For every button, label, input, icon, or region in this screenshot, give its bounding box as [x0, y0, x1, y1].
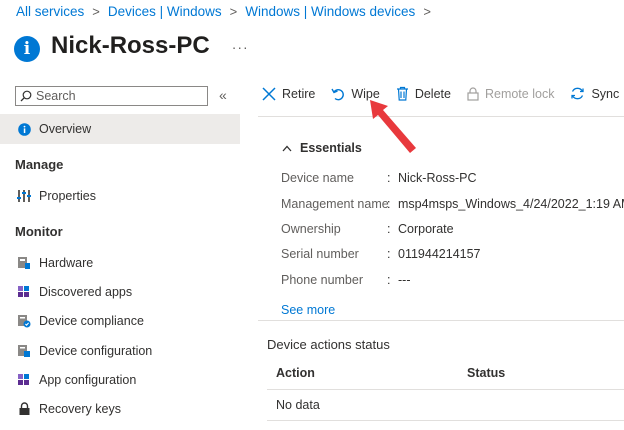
sync-icon — [571, 87, 585, 100]
sidebar-item-recovery-keys[interactable]: Recovery keys — [0, 394, 240, 424]
remote-lock-label: Remote lock — [484, 86, 555, 101]
section-heading-monitor: Monitor — [15, 224, 63, 239]
annotation-arrow-icon — [370, 100, 416, 153]
chevron-right-icon: > — [92, 4, 100, 19]
chevron-right-icon: > — [229, 4, 238, 19]
property-value: 011944214157 — [398, 247, 481, 261]
section-heading-manage: Manage — [15, 157, 64, 172]
sidebar-item-discovered-apps[interactable]: Discovered apps — [0, 277, 240, 307]
close-icon — [262, 86, 276, 101]
breadcrumb: All services > Devices | Windows > Windo… — [16, 4, 439, 19]
command-bar: Retire Wipe Delete Remote lock Sync — [262, 86, 624, 101]
table-row-divider — [267, 420, 624, 421]
see-more-link[interactable]: See more — [281, 303, 335, 317]
sidebar-item-overview[interactable]: Overview — [0, 114, 240, 144]
properties-icon — [16, 188, 32, 204]
collapse-sidebar-button[interactable]: « — [219, 87, 227, 103]
lock-icon — [467, 86, 479, 101]
search-icon — [20, 90, 32, 102]
property-label: Phone number — [281, 273, 364, 287]
essentials-row-device-name: Device name : Nick-Ross-PC — [281, 171, 476, 185]
sync-label: Sync — [591, 86, 620, 101]
device-actions-title: Device actions status — [267, 337, 390, 352]
breadcrumb-all-services[interactable]: All services — [16, 4, 84, 19]
property-value: Corporate — [398, 222, 454, 236]
sidebar-item-app-configuration[interactable]: App configuration — [0, 365, 240, 395]
property-separator: : — [387, 197, 391, 211]
toolbar-divider — [258, 116, 624, 117]
property-separator: : — [387, 247, 391, 261]
more-options-icon[interactable]: ··· — [232, 39, 249, 55]
property-value: Nick-Ross-PC — [398, 171, 477, 185]
essentials-row-ownership: Ownership : Corporate — [281, 222, 454, 236]
property-separator: : — [387, 273, 391, 287]
empty-table-message: No data — [276, 398, 320, 412]
property-label: Management name — [281, 197, 389, 211]
property-label: Device name — [281, 171, 354, 185]
sidebar-item-label: Recovery keys — [39, 402, 121, 416]
configuration-icon — [16, 343, 32, 359]
sidebar-item-label: Hardware — [39, 256, 94, 270]
sidebar-item-label: Overview — [39, 122, 92, 136]
table-header-divider — [267, 389, 624, 390]
sidebar-item-device-configuration[interactable]: Device configuration — [0, 336, 240, 366]
apps-icon — [16, 284, 32, 300]
retire-button[interactable]: Retire — [262, 87, 315, 101]
search-box[interactable] — [15, 86, 208, 106]
page-title: Nick-Ross-PC — [51, 32, 210, 59]
chevron-up-icon — [282, 145, 292, 151]
sidebar-item-label: Discovered apps — [39, 285, 133, 299]
app-configuration-icon — [16, 372, 32, 388]
property-value: --- — [398, 273, 411, 287]
hardware-icon — [16, 255, 32, 271]
sidebar-item-properties[interactable]: Properties — [0, 181, 240, 211]
compliance-icon — [16, 313, 32, 329]
property-label: Ownership — [281, 222, 341, 236]
property-value: msp4msps_Windows_4/24/2022_1:19 AM — [398, 197, 624, 211]
sidebar-item-label: Device configuration — [39, 344, 153, 358]
undo-icon — [331, 88, 345, 100]
info-icon — [16, 121, 32, 137]
lock-icon — [16, 401, 32, 417]
essentials-heading: Essentials — [300, 141, 362, 155]
sidebar-item-label: Device compliance — [39, 314, 144, 328]
search-input[interactable] — [36, 89, 196, 103]
breadcrumb-windows-devices[interactable]: Windows | Windows devices — [245, 4, 415, 19]
sidebar-item-label: Properties — [39, 189, 96, 203]
chevron-right-icon: > — [423, 4, 431, 19]
sidebar-item-label: App configuration — [39, 373, 137, 387]
essentials-row-management-name: Management name : msp4msps_Windows_4/24/… — [281, 197, 624, 211]
remote-lock-button[interactable]: Remote lock — [467, 87, 554, 101]
column-header-action[interactable]: Action — [276, 366, 315, 380]
property-label: Serial number — [281, 247, 359, 261]
breadcrumb-devices-windows[interactable]: Devices | Windows — [108, 4, 222, 19]
section-divider — [258, 320, 624, 321]
info-icon: i — [14, 36, 40, 62]
essentials-toggle[interactable]: Essentials — [282, 141, 362, 155]
delete-label: Delete — [414, 86, 451, 101]
column-header-status[interactable]: Status — [467, 366, 505, 380]
essentials-row-serial-number: Serial number : 011944214157 — [281, 247, 481, 261]
property-separator: : — [387, 222, 391, 236]
property-separator: : — [387, 171, 391, 185]
page-header: i Nick-Ross-PC ··· — [14, 30, 249, 62]
sync-button[interactable]: Sync — [570, 86, 619, 101]
sidebar-item-hardware[interactable]: Hardware — [0, 248, 240, 278]
retire-label: Retire — [282, 86, 316, 101]
essentials-row-phone-number: Phone number : --- — [281, 273, 411, 287]
sidebar-item-device-compliance[interactable]: Device compliance — [0, 306, 240, 336]
